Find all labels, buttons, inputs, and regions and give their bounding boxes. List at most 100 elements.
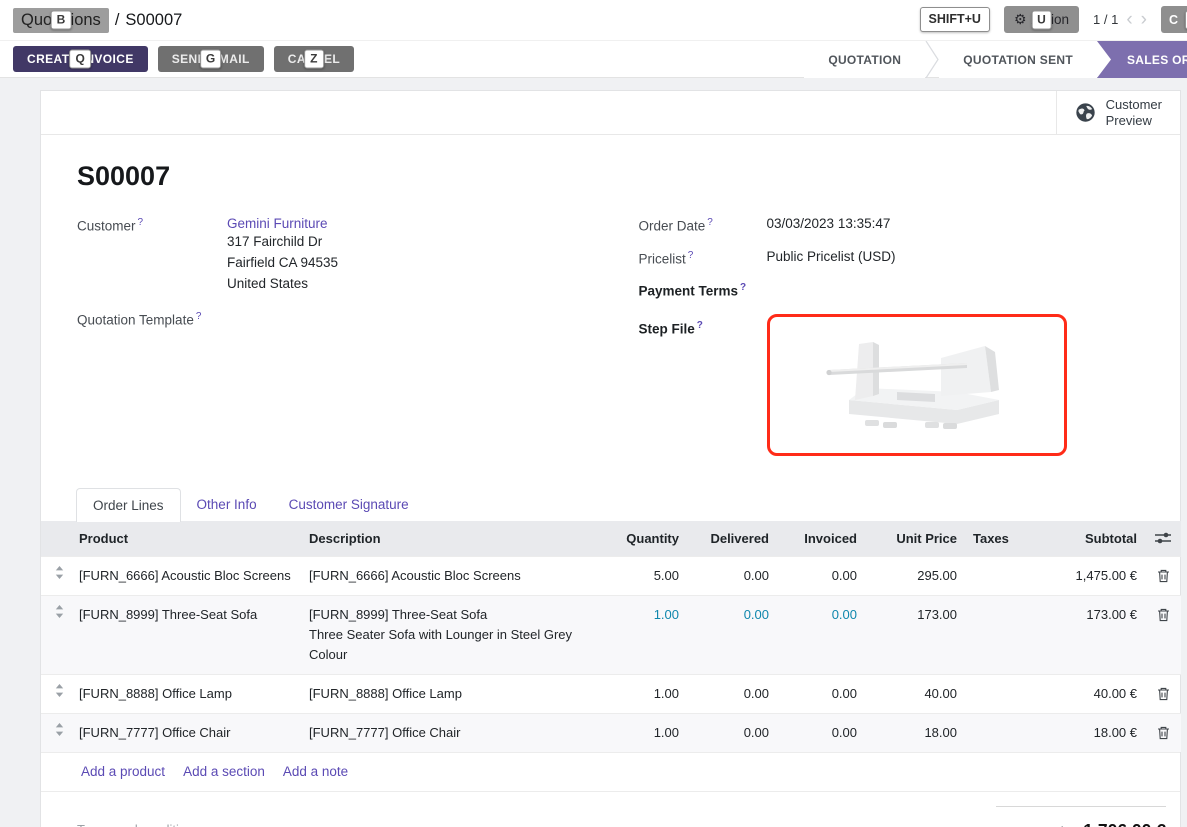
help-icon: ?: [138, 217, 144, 228]
breadcrumb: Quotations B / S00007: [13, 8, 182, 33]
pricelist-field-value[interactable]: Public Pricelist (USD): [767, 249, 1145, 264]
cell-quantity[interactable]: 1.00: [601, 674, 687, 713]
cell-subtotal: 40.00 €: [1031, 674, 1145, 713]
help-icon: ?: [697, 320, 703, 331]
cell-delivered[interactable]: 0.00: [687, 556, 777, 595]
row-drag-handle[interactable]: [41, 713, 71, 752]
tab-customer-signature[interactable]: Customer Signature: [273, 488, 425, 521]
tab-other-info[interactable]: Other Info: [181, 488, 273, 521]
cell-quantity[interactable]: 1.00: [601, 713, 687, 752]
cell-description[interactable]: [FURN_8999] Three-Seat Sofa Three Seater…: [301, 595, 601, 674]
3d-part-image: [807, 330, 1027, 440]
add-note-link[interactable]: Add a note: [283, 764, 348, 779]
pager-next-icon[interactable]: ›: [1141, 10, 1147, 29]
page-title: S00007: [77, 161, 1144, 192]
trash-icon: [1157, 569, 1170, 583]
cutoff-button-label: C: [1169, 13, 1178, 27]
row-drag-handle[interactable]: [41, 674, 71, 713]
trash-icon: [1157, 687, 1170, 701]
sliders-icon[interactable]: [1155, 532, 1171, 544]
cell-taxes[interactable]: [965, 595, 1031, 674]
cell-description[interactable]: [FURN_8888] Office Lamp: [301, 674, 601, 713]
add-product-link[interactable]: Add a product: [81, 764, 165, 779]
stage-quotation[interactable]: QUOTATION: [804, 41, 925, 78]
cell-unit-price[interactable]: 40.00: [865, 674, 965, 713]
column-header-quantity[interactable]: Quantity: [601, 521, 687, 557]
cell-invoiced[interactable]: 0.00: [777, 674, 865, 713]
column-header-subtotal[interactable]: Subtotal: [1031, 521, 1145, 557]
cell-taxes[interactable]: [965, 713, 1031, 752]
quotation-template-field-label: Quotation Template?: [77, 310, 227, 328]
hotkey-badge-breadcrumb: B: [51, 11, 72, 30]
payment-terms-field-label: Payment Terms?: [639, 281, 767, 299]
row-delete-button[interactable]: [1145, 595, 1181, 674]
cell-description[interactable]: [FURN_7777] Office Chair: [301, 713, 601, 752]
customer-preview-button[interactable]: Customer Preview: [1056, 91, 1180, 134]
cell-invoiced[interactable]: 0.00: [777, 595, 865, 674]
cutoff-button[interactable]: C: [1161, 6, 1187, 33]
hotkey-badge-shift-u: SHIFT+U: [920, 7, 990, 32]
cell-taxes[interactable]: [965, 556, 1031, 595]
cell-description[interactable]: [FURN_6666] Acoustic Bloc Screens: [301, 556, 601, 595]
breadcrumb-parent[interactable]: Quotations B: [13, 8, 109, 33]
table-header-row: Product Description Quantity Delivered I…: [41, 521, 1181, 557]
cell-invoiced[interactable]: 0.00: [777, 713, 865, 752]
help-icon: ?: [740, 282, 746, 293]
cell-delivered[interactable]: 0.00: [687, 595, 777, 674]
cell-delivered[interactable]: 0.00: [687, 713, 777, 752]
order-line-row: [FURN_8888] Office Lamp [FURN_8888] Offi…: [41, 674, 1181, 713]
cell-product[interactable]: [FURN_8999] Three-Seat Sofa: [71, 595, 301, 674]
cell-taxes[interactable]: [965, 674, 1031, 713]
add-section-link[interactable]: Add a section: [183, 764, 265, 779]
cell-product[interactable]: [FURN_6666] Acoustic Bloc Screens: [71, 556, 301, 595]
cell-subtotal: 1,475.00 €: [1031, 556, 1145, 595]
gear-icon: ⚙: [1014, 11, 1027, 28]
customer-field-value: Gemini Furniture 317 Fairchild Dr Fairfi…: [227, 216, 583, 294]
column-header-invoiced[interactable]: Invoiced: [777, 521, 865, 557]
drag-handle-icon: [55, 684, 64, 697]
order-line-row: [FURN_6666] Acoustic Bloc Screens [FURN_…: [41, 556, 1181, 595]
cell-product[interactable]: [FURN_7777] Office Chair: [71, 713, 301, 752]
cell-product[interactable]: [FURN_8888] Office Lamp: [71, 674, 301, 713]
cell-unit-price[interactable]: 173.00: [865, 595, 965, 674]
stage-quotation-sent[interactable]: QUOTATION SENT: [939, 41, 1097, 78]
cell-unit-price[interactable]: 295.00: [865, 556, 965, 595]
cell-invoiced[interactable]: 0.00: [777, 556, 865, 595]
stage-sales-order[interactable]: SALES ORDER: [1097, 41, 1187, 78]
sale-order-form-card: Customer Preview S00007 Customer? Gemini…: [40, 90, 1181, 827]
optional-columns-header: [1145, 521, 1181, 557]
order-date-field-value[interactable]: 03/03/2023 13:35:47: [767, 216, 1145, 231]
row-drag-handle[interactable]: [41, 556, 71, 595]
customer-preview-label: Customer Preview: [1106, 97, 1162, 128]
breadcrumb-current: S00007: [125, 11, 182, 30]
step-file-image-preview[interactable]: [767, 314, 1067, 456]
cell-unit-price[interactable]: 18.00: [865, 713, 965, 752]
hotkey-badge-create-invoice: Q: [69, 50, 91, 69]
pager-counter: 1 / 1: [1093, 12, 1118, 27]
send-email-button[interactable]: SEND EMAIL G: [158, 46, 264, 72]
column-header-taxes[interactable]: Taxes: [965, 521, 1031, 557]
right-field-column: Order Date? 03/03/2023 13:35:47 Pricelis…: [639, 216, 1145, 456]
tab-order-lines[interactable]: Order Lines: [76, 488, 181, 522]
pager-prev-icon[interactable]: ‹: [1126, 10, 1132, 29]
status-pipeline: QUOTATION QUOTATION SENT SALES ORDER: [804, 41, 1187, 78]
row-delete-button[interactable]: [1145, 556, 1181, 595]
cell-quantity[interactable]: 1.00: [601, 595, 687, 674]
cancel-button[interactable]: CANCEL Z: [274, 46, 354, 72]
column-header-delivered[interactable]: Delivered: [687, 521, 777, 557]
customer-link[interactable]: Gemini Furniture: [227, 216, 328, 231]
order-footer: Terms and conditions... Total: 1,706.00 …: [41, 792, 1180, 827]
terms-and-conditions-input[interactable]: Terms and conditions...: [77, 822, 211, 827]
cell-delivered[interactable]: 0.00: [687, 674, 777, 713]
row-drag-handle[interactable]: [41, 595, 71, 674]
column-header-unit-price[interactable]: Unit Price: [865, 521, 965, 557]
create-invoice-button[interactable]: CREATE INVOICE Q: [13, 46, 148, 72]
cell-subtotal: 173.00 €: [1031, 595, 1145, 674]
customer-address-line: Fairfield CA 94535: [227, 252, 583, 273]
row-delete-button[interactable]: [1145, 674, 1181, 713]
cell-quantity[interactable]: 5.00: [601, 556, 687, 595]
action-menu-button[interactable]: ⚙ Action U: [1004, 6, 1079, 33]
column-header-description[interactable]: Description: [301, 521, 601, 557]
column-header-product[interactable]: Product: [71, 521, 301, 557]
row-delete-button[interactable]: [1145, 713, 1181, 752]
